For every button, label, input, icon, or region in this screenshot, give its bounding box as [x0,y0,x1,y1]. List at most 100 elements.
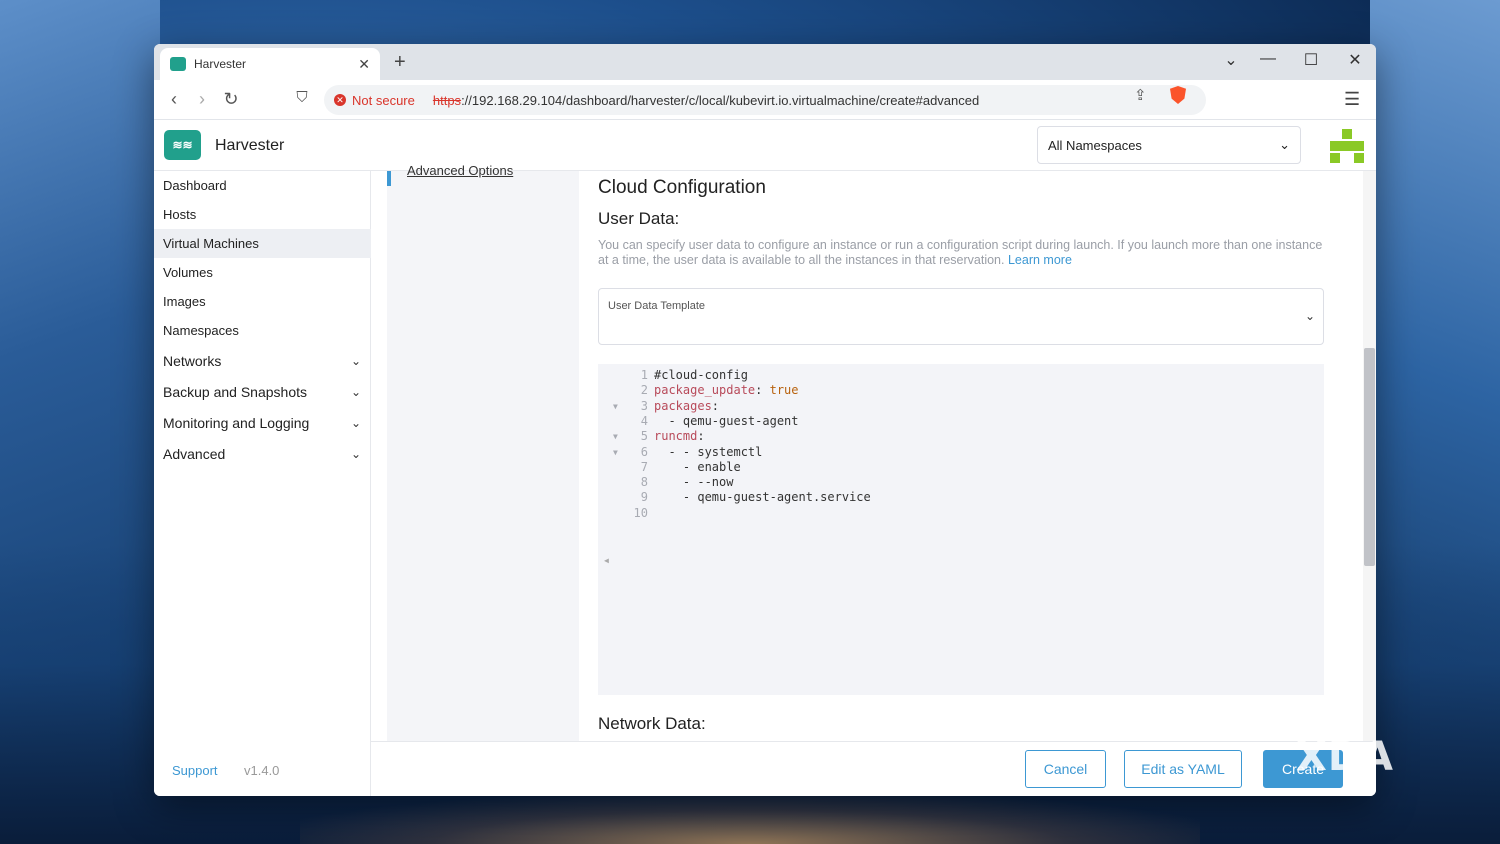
chevron-down-icon: ⌄ [350,446,361,461]
page-scrollbar[interactable] [1363,171,1376,784]
close-tab-icon[interactable]: ✕ [358,56,370,73]
address-bar[interactable]: ✕ Not secure https ://192.168.29.104/das… [324,85,1206,115]
subnav-active-indicator [387,171,391,186]
minimize-icon[interactable]: — [1258,50,1278,68]
sidebar-item-volumes[interactable]: Volumes [154,258,371,287]
browser-tab[interactable]: Harvester ✕ [160,48,380,80]
background-lights [300,796,1200,844]
code-line: ▼ 5 runcmd: [598,429,1324,444]
cancel-button[interactable]: Cancel [1025,750,1106,788]
sidebar-item-label: Networks [163,352,222,369]
harvester-logo-icon[interactable]: ≋≋ [164,130,201,160]
help-text: You can specify user data to configure a… [598,238,1323,267]
chevron-down-icon: ⌄ [350,415,361,430]
sidebar-item-monitoring-and-logging[interactable]: Monitoring and Logging ⌄ [154,407,371,438]
line-number: 3 [640,398,648,413]
scroll-left-icon[interactable]: ◀ [604,556,609,565]
namespace-select-value: All Namespaces [1048,137,1142,153]
code-line: ▼ 3 packages: [598,399,1324,414]
sidebar-item-namespaces[interactable]: Namespaces [154,316,371,345]
sidebar-item-hosts[interactable]: Hosts [154,200,371,229]
tab-title: Harvester [194,57,247,71]
line-number: 4 [640,413,648,428]
code-text: - qemu-guest-agent.service [654,490,871,505]
sidebar-item-images[interactable]: Images [154,287,371,316]
code-text: - - systemctl [654,444,763,459]
code-text: - qemu-guest-agent [654,413,799,428]
close-window-icon[interactable]: ✕ [1345,50,1365,70]
network-data-title: Network Data: [598,714,706,733]
new-tab-icon[interactable]: + [394,51,406,74]
section-title: Cloud Configuration [598,177,766,198]
code-text: runcmd: [654,429,705,443]
line-number: 10 [633,505,648,520]
sidebar-item-label: Virtual Machines [163,236,259,251]
version-label: v1.4.0 [244,763,280,778]
bookmark-icon[interactable]: ⛉ [291,89,313,106]
user-data-template-label: User Data Template [608,300,706,312]
line-number: 6 [640,444,648,459]
reload-icon[interactable]: ↻ [220,89,242,110]
code-line: 9 - qemu-guest-agent.service [598,490,1324,505]
code-line: 7 - enable [598,460,1324,475]
code-line: 8 - --now [598,475,1324,490]
line-number: 7 [640,459,648,474]
sidebar: Dashboard Hosts Virtual Machines Volumes… [154,171,371,796]
url-scheme: https [432,92,462,108]
sidebar-item-label: Backup and Snapshots [163,383,307,400]
code-line: ▼ 6 - - systemctl [598,445,1324,460]
code-text: - --now [654,475,734,490]
tab-search-icon[interactable]: ⌄ [1221,50,1241,70]
line-number: 5 [640,429,648,444]
yaml-key: package_update [654,383,756,398]
user-data-template-select[interactable]: User Data Template ⌄ [598,288,1324,345]
code-text: - enable [654,459,741,474]
forward-icon[interactable]: › [191,89,213,110]
code-text: #cloud-config [654,368,748,382]
xda-watermark: XDA [1296,734,1394,780]
security-label[interactable]: Not secure [352,93,415,108]
subnav-advanced-options[interactable]: Advanced Options [407,163,513,178]
harvester-favicon-icon [170,57,186,71]
user-data-title: User Data: [598,209,680,228]
support-link[interactable]: Support [172,763,218,778]
sidebar-item-label: Monitoring and Logging [163,414,310,431]
sidebar-item-backup-and-snapshots[interactable]: Backup and Snapshots ⌄ [154,376,371,407]
code-line: 10 [598,506,1324,521]
sidebar-item-dashboard[interactable]: Dashboard [154,171,371,200]
user-data-help: You can specify user data to configure a… [598,238,1328,268]
menu-icon[interactable]: ☰ [1344,89,1360,110]
user-avatar[interactable] [1330,129,1364,163]
scrollbar-thumb[interactable] [1364,348,1375,566]
learn-more-link[interactable]: Learn more [1008,253,1072,267]
sidebar-item-label: Images [163,294,206,309]
yaml-value: true [769,383,799,398]
yaml-key: packages [654,398,712,413]
content-area: Advanced Options Cloud Configuration Use… [371,163,1376,784]
chevron-down-icon: ⌄ [1304,309,1315,323]
yaml-sep: : [755,383,770,398]
sidebar-item-networks[interactable]: Networks ⌄ [154,345,371,376]
line-number: 1 [640,368,648,382]
line-number: 9 [640,490,648,505]
yaml-key: runcmd [654,429,698,444]
main-panel: Cloud Configuration User Data: You can s… [598,171,1338,784]
sidebar-item-advanced[interactable]: Advanced ⌄ [154,438,371,469]
code-text: package_update: true [654,383,799,397]
url-text: ://192.168.29.104/dashboard/harvester/c/… [461,92,980,108]
sidebar-item-label: Namespaces [163,323,239,338]
sidebar-item-virtual-machines[interactable]: Virtual Machines [154,229,371,258]
back-icon[interactable]: ‹ [163,89,185,110]
edit-as-yaml-button[interactable]: Edit as YAML [1124,750,1242,788]
app-name: Harvester [215,137,285,154]
namespace-select[interactable]: All Namespaces ⌄ [1037,126,1301,164]
code-line: 1 #cloud-config [598,368,1324,383]
section-subnav: Advanced Options [387,163,579,784]
browser-window: Harvester ✕ + ⌄ — ☐ ✕ ‹ › ↻ ⛉ ✕ Not secu… [154,44,1376,796]
line-number: 8 [640,475,648,490]
user-data-editor[interactable]: 1 #cloud-config 2 package_update: true ▼… [598,364,1324,695]
sidebar-item-label: Advanced [163,445,226,462]
share-icon[interactable]: ⇪ [1134,86,1147,104]
maximize-icon[interactable]: ☐ [1301,50,1321,70]
yaml-sep: : [711,398,720,413]
